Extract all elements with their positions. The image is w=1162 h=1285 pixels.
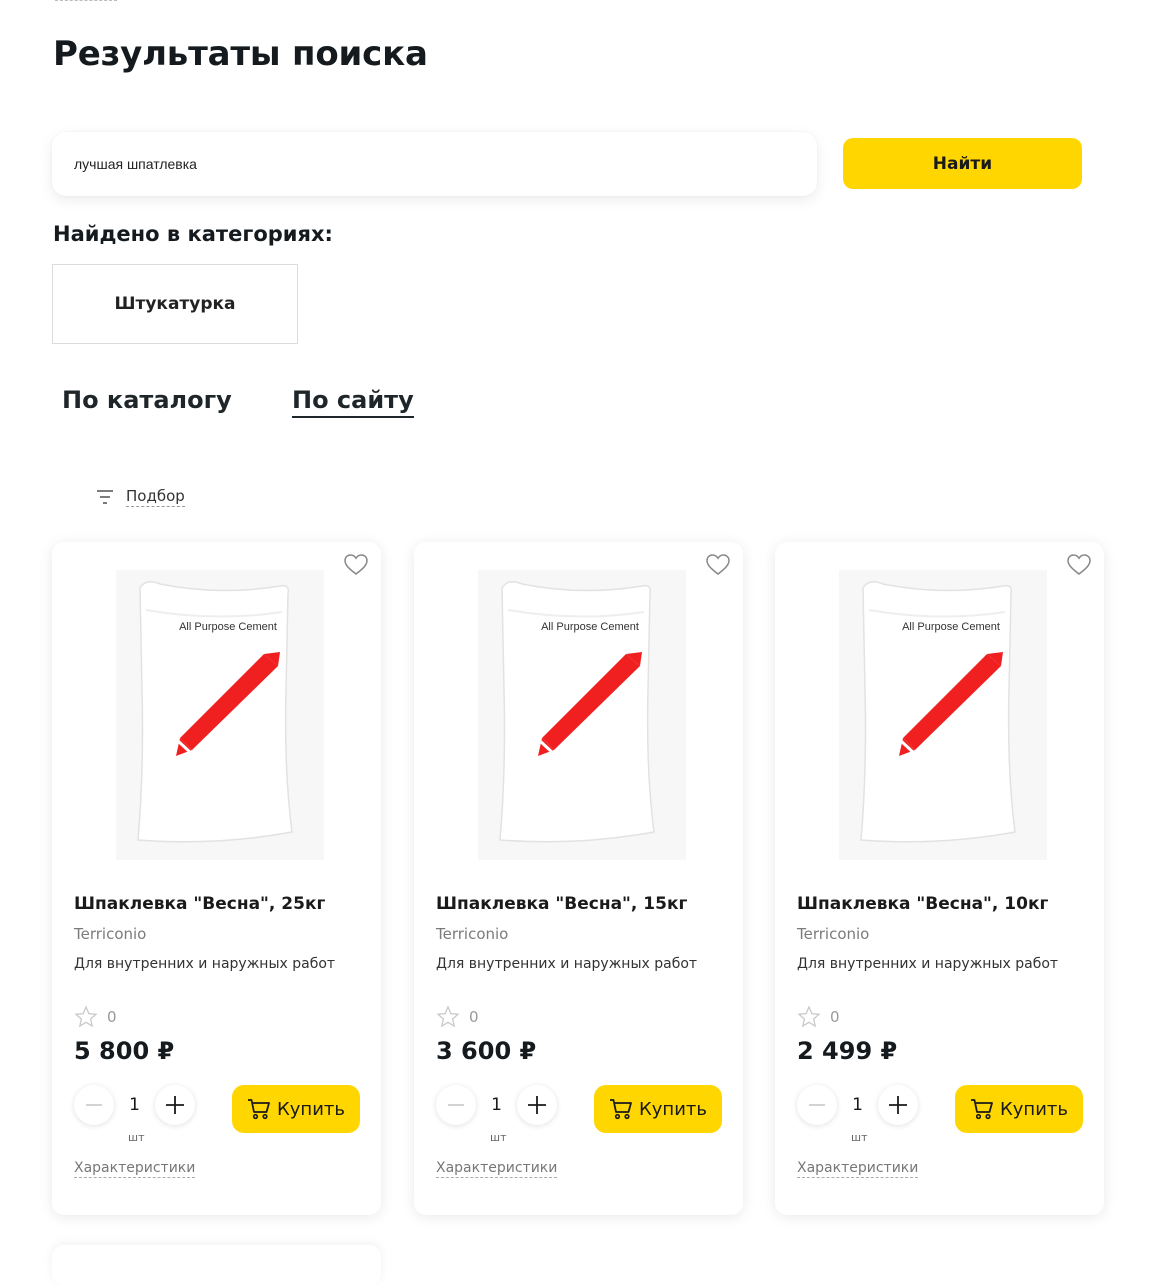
- rating: 0: [436, 1005, 479, 1029]
- category-chip-plaster[interactable]: Штукатурка: [52, 264, 298, 344]
- specs-link[interactable]: Характеристики: [436, 1159, 558, 1178]
- find-button[interactable]: Найти: [843, 138, 1082, 189]
- buy-label: Купить: [639, 1098, 707, 1120]
- product-name[interactable]: Шпаклевка "Весна", 15кг: [436, 894, 687, 914]
- decrease-button[interactable]: [797, 1085, 837, 1125]
- decrease-button[interactable]: [74, 1085, 114, 1125]
- minus-icon: [809, 1104, 825, 1106]
- rating: 0: [797, 1005, 840, 1029]
- buy-label: Купить: [277, 1098, 345, 1120]
- product-brand: Terriconio: [436, 925, 509, 943]
- plus-icon: [889, 1096, 907, 1114]
- top-divider: [55, 0, 117, 1]
- product-card-partial: [52, 1245, 381, 1285]
- buy-button[interactable]: Купить: [232, 1085, 360, 1133]
- quantity-stepper: 1: [797, 1085, 918, 1125]
- star-icon: [797, 1005, 821, 1028]
- rating-count: 0: [469, 1008, 479, 1026]
- filter-button[interactable]: Подбор: [96, 486, 185, 507]
- cart-icon: [248, 1099, 270, 1120]
- product-price: 2 499 ₽: [797, 1037, 898, 1065]
- cart-icon: [610, 1099, 632, 1120]
- product-card: All Purpose Cement Шпаклевка "Весна", 15…: [414, 542, 743, 1215]
- plus-icon: [528, 1096, 546, 1114]
- filter-icon: [96, 488, 114, 506]
- quantity-unit: шт: [128, 1131, 145, 1144]
- quantity-value[interactable]: 1: [837, 1095, 878, 1115]
- categories-heading: Найдено в категориях:: [53, 222, 333, 246]
- rating: 0: [74, 1005, 117, 1029]
- heart-icon[interactable]: [1066, 552, 1092, 578]
- product-brand: Terriconio: [74, 925, 147, 943]
- product-price: 3 600 ₽: [436, 1037, 537, 1065]
- specs-link[interactable]: Характеристики: [74, 1159, 196, 1178]
- bag-label: All Purpose Cement: [902, 621, 1000, 633]
- star-icon: [74, 1005, 98, 1028]
- search-box: [52, 132, 817, 196]
- product-price: 5 800 ₽: [74, 1037, 175, 1065]
- minus-icon: [448, 1104, 464, 1106]
- buy-button[interactable]: Купить: [594, 1085, 722, 1133]
- increase-button[interactable]: [155, 1085, 195, 1125]
- increase-button[interactable]: [878, 1085, 918, 1125]
- increase-button[interactable]: [517, 1085, 557, 1125]
- rating-count: 0: [830, 1008, 840, 1026]
- product-description: Для внутренних и наружных работ: [74, 956, 336, 972]
- product-name[interactable]: Шпаклевка "Весна", 10кг: [797, 894, 1048, 914]
- plus-icon: [166, 1096, 184, 1114]
- buy-label: Купить: [1000, 1098, 1068, 1120]
- rating-count: 0: [107, 1008, 117, 1026]
- tab-catalog[interactable]: По каталогу: [62, 386, 232, 416]
- quantity-value[interactable]: 1: [114, 1095, 155, 1115]
- cart-icon: [971, 1099, 993, 1120]
- page-title: Результаты поиска: [53, 34, 428, 74]
- product-name[interactable]: Шпаклевка "Весна", 25кг: [74, 894, 325, 914]
- heart-icon[interactable]: [705, 552, 731, 578]
- bag-label: All Purpose Cement: [179, 621, 277, 633]
- star-icon: [436, 1005, 460, 1028]
- decrease-button[interactable]: [436, 1085, 476, 1125]
- search-input[interactable]: [52, 132, 817, 196]
- product-description: Для внутренних и наружных работ: [797, 956, 1059, 972]
- product-card: All Purpose Cement Шпаклевка "Весна", 25…: [52, 542, 381, 1215]
- tab-site[interactable]: По сайту: [292, 386, 414, 418]
- product-card: All Purpose Cement Шпаклевка "Весна", 10…: [775, 542, 1104, 1215]
- product-image[interactable]: All Purpose Cement: [839, 570, 1047, 860]
- quantity-value[interactable]: 1: [476, 1095, 517, 1115]
- specs-link[interactable]: Характеристики: [797, 1159, 919, 1178]
- filter-label: Подбор: [126, 487, 185, 507]
- product-brand: Terriconio: [797, 925, 870, 943]
- heart-icon[interactable]: [343, 552, 369, 578]
- bag-label: All Purpose Cement: [541, 621, 639, 633]
- minus-icon: [86, 1104, 102, 1106]
- quantity-stepper: 1: [436, 1085, 557, 1125]
- product-image[interactable]: All Purpose Cement: [478, 570, 686, 860]
- product-image[interactable]: All Purpose Cement: [116, 570, 324, 860]
- buy-button[interactable]: Купить: [955, 1085, 1083, 1133]
- quantity-stepper: 1: [74, 1085, 195, 1125]
- quantity-unit: шт: [851, 1131, 868, 1144]
- product-description: Для внутренних и наружных работ: [436, 956, 698, 972]
- quantity-unit: шт: [490, 1131, 507, 1144]
